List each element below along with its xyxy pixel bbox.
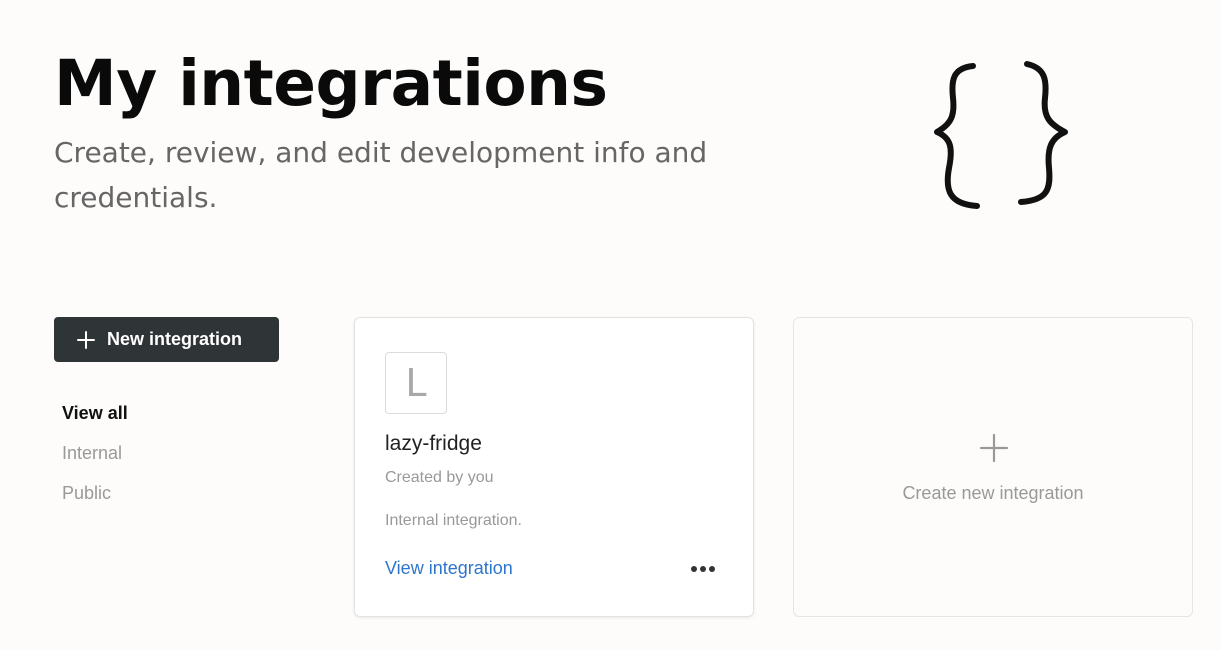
new-integration-label: New integration: [107, 329, 243, 349]
curly-braces-icon: [934, 61, 1068, 209]
plus-icon: [979, 433, 1009, 463]
filter-public[interactable]: Public: [62, 473, 128, 513]
integration-creator: Created by you: [385, 469, 494, 486]
create-integration-card[interactable]: Create new integration: [793, 317, 1193, 617]
filter-view-all[interactable]: View all: [62, 393, 128, 433]
integration-card: L lazy-fridge Created by you Internal in…: [354, 317, 754, 617]
filter-internal[interactable]: Internal: [62, 433, 128, 473]
plus-icon: [77, 330, 95, 349]
view-integration-link[interactable]: View integration: [385, 558, 513, 579]
integration-avatar: L: [385, 352, 447, 414]
new-integration-button[interactable]: New integration: [54, 317, 279, 362]
integration-name: lazy-fridge: [385, 432, 482, 455]
integration-type: Internal integration.: [385, 512, 522, 529]
create-integration-label: Create new integration: [902, 483, 1084, 503]
more-horizontal-icon[interactable]: [689, 558, 717, 580]
page-title: My integrations: [54, 47, 608, 120]
filter-nav: View all Internal Public: [62, 393, 128, 513]
integrations-page: My integrations Create, review, and edit…: [0, 0, 1221, 650]
page-subtitle: Create, review, and edit development inf…: [54, 136, 708, 214]
